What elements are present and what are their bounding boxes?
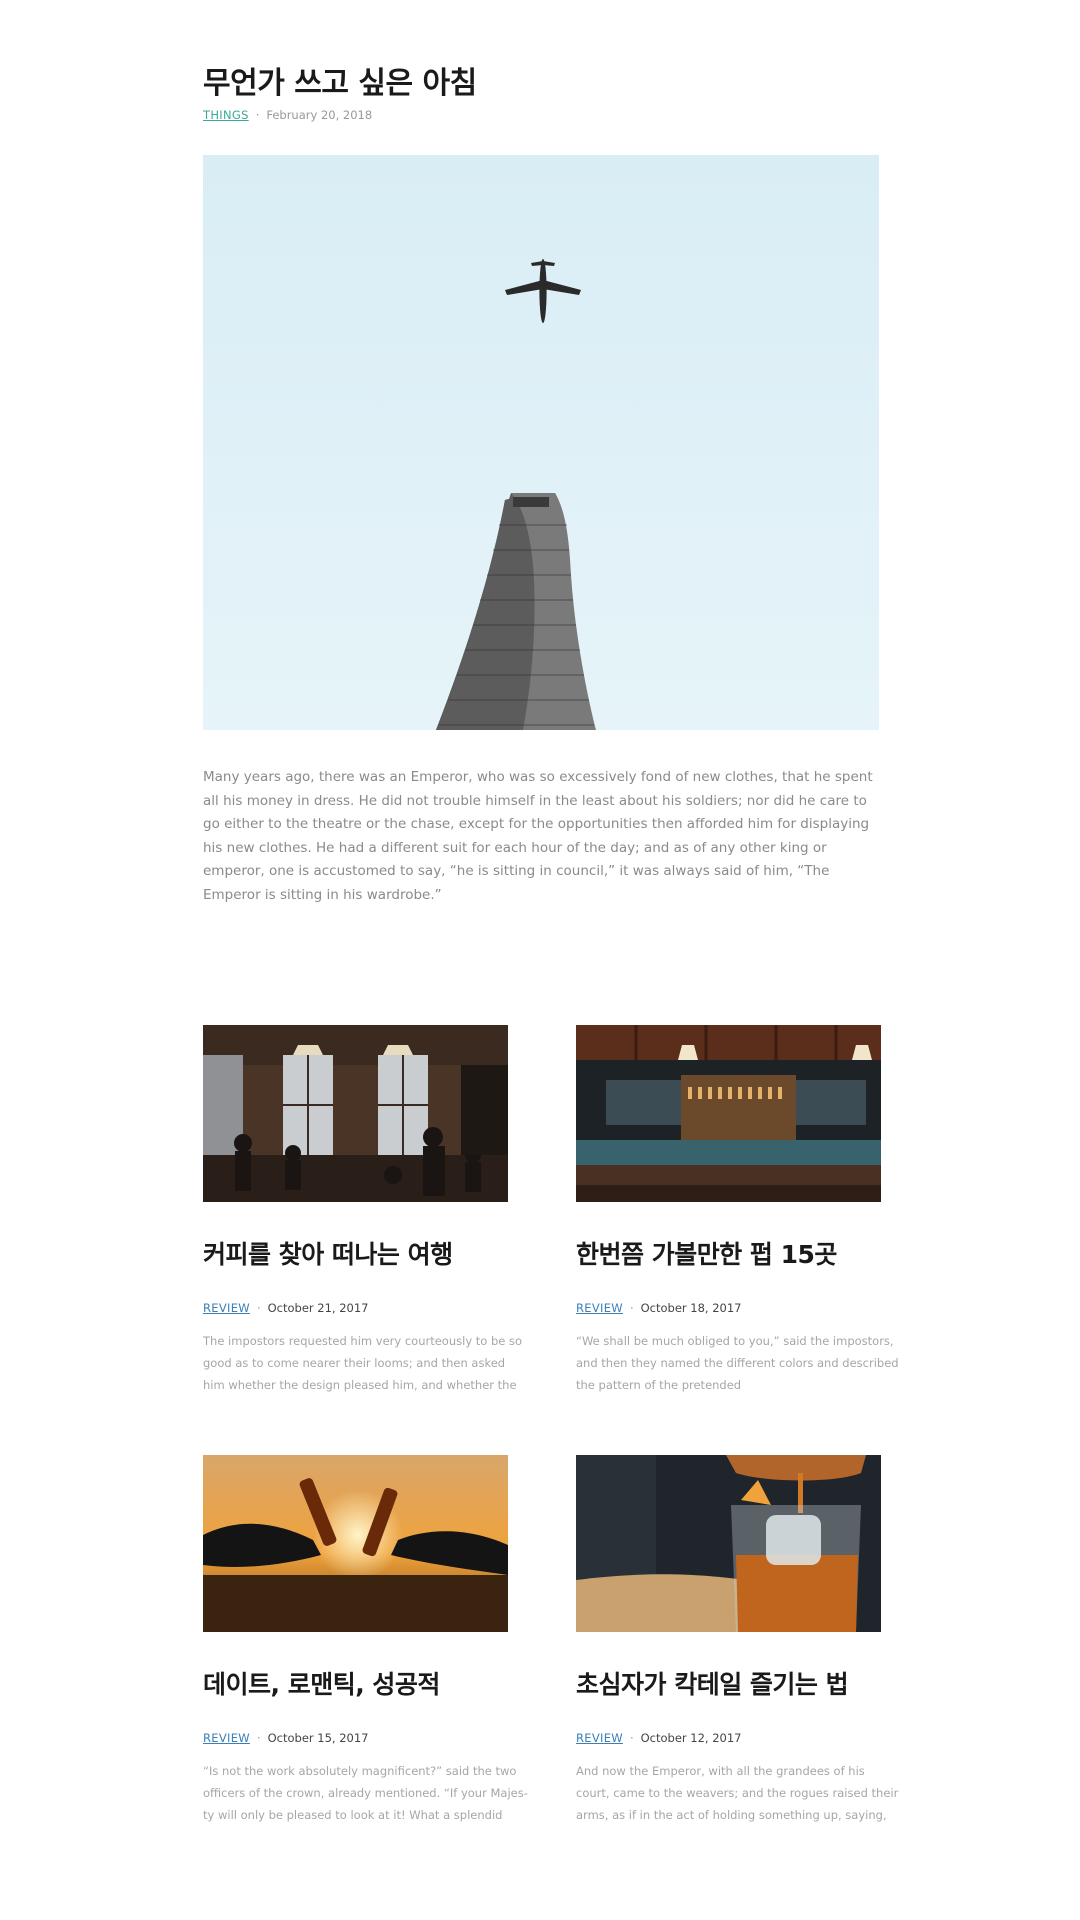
- post-title[interactable]: 데이트, 로맨틱, 성공적: [203, 1665, 440, 1701]
- post-date: October 15, 2017: [267, 1731, 369, 1745]
- post-title[interactable]: 초심자가 칵테일 즐기는 법: [576, 1665, 849, 1701]
- post-title[interactable]: 한번쯤 가볼만한 펍 15곳: [576, 1235, 837, 1271]
- feature-title[interactable]: 무언가 쓰고 싶은 아침: [203, 58, 477, 102]
- post-meta: REVIEW · October 15, 2017: [203, 1731, 369, 1745]
- post-thumbnail[interactable]: [576, 1025, 881, 1202]
- beer-toast-sunset-illustration: [203, 1455, 508, 1632]
- airplane-skyscraper-illustration: [436, 259, 596, 730]
- pub-bar-illustration: [576, 1025, 881, 1202]
- cafe-interior-illustration: [203, 1025, 508, 1202]
- post-meta: REVIEW · October 21, 2017: [203, 1301, 369, 1315]
- airplane-icon: [505, 259, 581, 323]
- feature-category-link[interactable]: THINGS: [203, 108, 249, 122]
- post-thumbnail[interactable]: [576, 1455, 881, 1632]
- post-thumbnail[interactable]: [203, 1455, 508, 1632]
- post-excerpt: “Is not the work absolutely magnificent?…: [203, 1764, 528, 1822]
- post-date: October 18, 2017: [640, 1301, 742, 1315]
- post-excerpt: The impostors requested him very courteo…: [203, 1334, 523, 1392]
- post-date: October 21, 2017: [267, 1301, 369, 1315]
- post-excerpt: And now the Emperor, with all the grande…: [576, 1764, 899, 1822]
- post-title[interactable]: 커피를 찾아 떠나는 여행: [203, 1235, 453, 1271]
- skyscraper-shape: [436, 493, 596, 730]
- meta-separator: ·: [256, 1301, 261, 1315]
- feature-meta: THINGS · February 20, 2018: [203, 108, 372, 122]
- post-category-link[interactable]: REVIEW: [576, 1301, 623, 1315]
- post-meta: REVIEW · October 12, 2017: [576, 1731, 742, 1745]
- post-date: October 12, 2017: [640, 1731, 742, 1745]
- feature-date: February 20, 2018: [266, 108, 373, 122]
- feature-image[interactable]: [203, 155, 879, 730]
- post-category-link[interactable]: REVIEW: [576, 1731, 623, 1745]
- meta-separator: ·: [629, 1731, 634, 1745]
- meta-separator: ·: [629, 1301, 634, 1315]
- meta-separator: ·: [256, 1731, 261, 1745]
- post-meta: REVIEW · October 18, 2017: [576, 1301, 742, 1315]
- cocktail-pour-illustration: [576, 1455, 881, 1632]
- meta-separator: ·: [255, 108, 260, 122]
- post-category-link[interactable]: REVIEW: [203, 1301, 250, 1315]
- post-excerpt: “We shall be much obliged to you,” said …: [576, 1334, 899, 1392]
- feature-excerpt: Many years ago, there was an Emperor, wh…: [203, 769, 873, 903]
- post-category-link[interactable]: REVIEW: [203, 1731, 250, 1745]
- post-thumbnail[interactable]: [203, 1025, 508, 1202]
